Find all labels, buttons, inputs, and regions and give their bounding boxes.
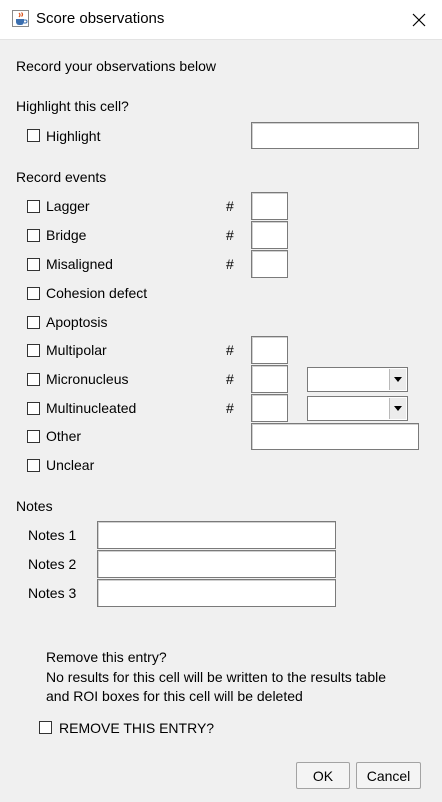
micronucleus-select-arrow[interactable] [389,369,406,390]
micronucleus-select[interactable] [307,367,408,392]
close-icon [412,13,426,26]
notes-1-field[interactable] [97,521,336,549]
multipolar-count-label: # [226,342,234,358]
multinucleated-count-field[interactable] [251,394,288,422]
apoptosis-checkbox[interactable] [27,316,40,329]
unclear-label: Unclear [46,457,95,473]
apoptosis-label: Apoptosis [46,314,108,330]
micronucleus-label: Micronucleus [46,371,129,387]
multinucleated-label: Multinucleated [46,400,137,416]
remove-warning-line-2: and ROI boxes for this cell will be dele… [46,688,303,704]
remove-entry-label: REMOVE THIS ENTRY? [59,720,215,736]
micronucleus-count-label: # [226,371,234,387]
micronucleus-checkbox[interactable] [27,373,40,386]
multinucleated-select[interactable] [307,396,408,421]
unclear-checkbox[interactable] [27,459,40,472]
notes-3-label: Notes 3 [28,585,77,601]
misaligned-checkbox[interactable] [27,258,40,271]
cohesion-defect-checkbox[interactable] [27,287,40,300]
notes-1-label: Notes 1 [28,527,77,543]
misaligned-count-label: # [226,256,234,272]
events-heading: Record events [16,169,107,185]
intro-text: Record your observations below [16,58,216,74]
chevron-down-icon [394,406,402,411]
misaligned-label: Misaligned [46,256,113,272]
bridge-checkbox[interactable] [27,229,40,242]
other-text-field[interactable] [251,423,419,450]
remove-heading: Remove this entry? [46,649,167,665]
multinucleated-count-label: # [226,400,234,416]
micronucleus-count-field[interactable] [251,365,288,393]
multinucleated-select-arrow[interactable] [389,398,406,419]
lagger-label: Lagger [46,198,90,214]
highlight-heading: Highlight this cell? [16,98,129,114]
notes-heading: Notes [16,498,53,514]
highlight-label: Highlight [46,128,101,144]
multinucleated-checkbox[interactable] [27,402,40,415]
other-checkbox[interactable] [27,430,40,443]
lagger-count-label: # [226,198,234,214]
notes-2-label: Notes 2 [28,556,77,572]
title-bar: Score observations [0,0,442,40]
cancel-button[interactable]: Cancel [356,762,421,789]
cohesion-defect-label: Cohesion defect [46,285,148,301]
close-button[interactable] [396,0,442,39]
notes-3-field[interactable] [97,579,336,607]
bridge-label: Bridge [46,227,87,243]
multipolar-count-field[interactable] [251,336,288,364]
highlight-checkbox[interactable] [27,129,40,142]
misaligned-count-field[interactable] [251,250,288,278]
chevron-down-icon [394,377,402,382]
lagger-checkbox[interactable] [27,200,40,213]
bridge-count-label: # [226,227,234,243]
highlight-text-field[interactable] [251,122,419,149]
other-label: Other [46,428,82,444]
bridge-count-field[interactable] [251,221,288,249]
notes-2-field[interactable] [97,550,336,578]
window-title: Score observations [36,10,165,27]
java-cup-icon [12,10,29,27]
lagger-count-field[interactable] [251,192,288,220]
multipolar-label: Multipolar [46,342,107,358]
multipolar-checkbox[interactable] [27,344,40,357]
remove-entry-checkbox[interactable] [39,721,52,734]
remove-warning-line-1: No results for this cell will be written… [46,669,387,685]
ok-button[interactable]: OK [296,762,350,789]
